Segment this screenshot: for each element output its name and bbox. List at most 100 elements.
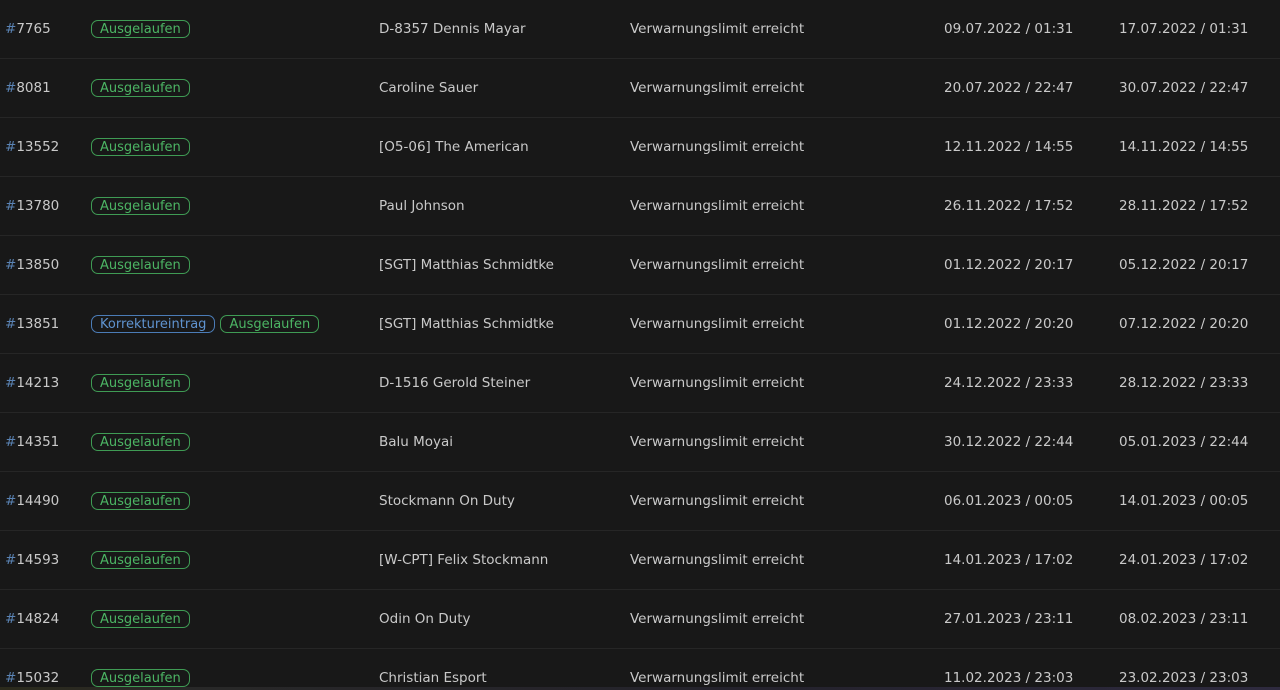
ban-reason: Verwarnungslimit erreicht [630, 552, 805, 568]
ban-list-table: #7765 Ausgelaufen D-8357 Dennis Mayar Ve… [0, 0, 1280, 690]
entry-id[interactable]: #14213 [5, 354, 59, 412]
status-badge: Ausgelaufen [91, 492, 190, 510]
status-badges: Ausgelaufen [91, 649, 190, 690]
entry-id[interactable]: #7765 [5, 0, 51, 58]
status-badge: Ausgelaufen [91, 256, 190, 274]
status-badge: Korrektureintrag [91, 315, 216, 333]
table-row[interactable]: #14351 Ausgelaufen Balu Moyai Verwarnung… [0, 413, 1280, 472]
start-date: 06.01.2023 / 00:05 [944, 493, 1074, 509]
player-name: Balu Moyai [379, 434, 454, 450]
status-badge: Ausgelaufen [91, 374, 190, 392]
player-name: Paul Johnson [379, 198, 465, 214]
ban-reason: Verwarnungslimit erreicht [630, 611, 805, 627]
status-badges: Ausgelaufen [91, 177, 190, 235]
ban-reason: Verwarnungslimit erreicht [630, 257, 805, 273]
end-date: 05.01.2023 / 22:44 [1119, 434, 1249, 450]
table-row[interactable]: #13552 Ausgelaufen [O5-06] The American … [0, 118, 1280, 177]
id-number: 8081 [16, 80, 51, 96]
id-hash: # [5, 21, 17, 37]
table-row[interactable]: #14593 Ausgelaufen [W-CPT] Felix Stockma… [0, 531, 1280, 590]
player-name: [SGT] Matthias Schmidtke [379, 257, 554, 273]
status-badge: Ausgelaufen [91, 433, 190, 451]
table-row[interactable]: #13850 Ausgelaufen [SGT] Matthias Schmid… [0, 236, 1280, 295]
end-date: 05.12.2022 / 20:17 [1119, 257, 1249, 273]
id-number: 14351 [16, 434, 60, 450]
start-date: 30.12.2022 / 22:44 [944, 434, 1074, 450]
start-date: 27.01.2023 / 23:11 [944, 611, 1074, 627]
status-badges: Ausgelaufen [91, 590, 190, 648]
end-date: 07.12.2022 / 20:20 [1119, 316, 1249, 332]
ban-reason: Verwarnungslimit erreicht [630, 80, 805, 96]
status-badges: Ausgelaufen [91, 531, 190, 589]
status-badges: Ausgelaufen [91, 472, 190, 530]
entry-id[interactable]: #8081 [5, 59, 51, 117]
ban-reason: Verwarnungslimit erreicht [630, 21, 805, 37]
id-hash: # [5, 139, 17, 155]
table-row[interactable]: #7765 Ausgelaufen D-8357 Dennis Mayar Ve… [0, 0, 1280, 59]
entry-id[interactable]: #14490 [5, 472, 59, 530]
id-hash: # [5, 670, 17, 686]
end-date: 14.11.2022 / 14:55 [1119, 139, 1249, 155]
status-badges: Ausgelaufen [91, 118, 190, 176]
entry-id[interactable]: #13850 [5, 236, 59, 294]
entry-id[interactable]: #14351 [5, 413, 59, 471]
table-row[interactable]: #13851 Korrektureintrag Ausgelaufen [SGT]… [0, 295, 1280, 354]
entry-id[interactable]: #14593 [5, 531, 59, 589]
start-date: 11.02.2023 / 23:03 [944, 670, 1074, 686]
entry-id[interactable]: #13780 [5, 177, 59, 235]
table-row[interactable]: #14490 Ausgelaufen Stockmann On Duty Ver… [0, 472, 1280, 531]
player-name: [SGT] Matthias Schmidtke [379, 316, 554, 332]
id-hash: # [5, 316, 17, 332]
end-date: 23.02.2023 / 23:03 [1119, 670, 1249, 686]
start-date: 24.12.2022 / 23:33 [944, 375, 1074, 391]
id-number: 14490 [16, 493, 60, 509]
status-badge: Ausgelaufen [91, 551, 190, 569]
status-badge: Ausgelaufen [91, 610, 190, 628]
status-badge: Ausgelaufen [91, 197, 190, 215]
table-row[interactable]: #8081 Ausgelaufen Caroline Sauer Verwarn… [0, 59, 1280, 118]
start-date: 09.07.2022 / 01:31 [944, 21, 1074, 37]
player-name: Christian Esport [379, 670, 487, 686]
ban-reason: Verwarnungslimit erreicht [630, 493, 805, 509]
ban-reason: Verwarnungslimit erreicht [630, 316, 805, 332]
entry-id[interactable]: #13552 [5, 118, 59, 176]
status-badges: Ausgelaufen [91, 236, 190, 294]
id-hash: # [5, 80, 17, 96]
end-date: 28.11.2022 / 17:52 [1119, 198, 1249, 214]
id-hash: # [5, 257, 17, 273]
start-date: 01.12.2022 / 20:17 [944, 257, 1074, 273]
entry-id[interactable]: #13851 [5, 295, 59, 353]
id-hash: # [5, 611, 17, 627]
id-number: 13850 [16, 257, 60, 273]
id-number: 14213 [16, 375, 60, 391]
id-hash: # [5, 493, 17, 509]
table-row[interactable]: #14213 Ausgelaufen D-1516 Gerold Steiner… [0, 354, 1280, 413]
start-date: 26.11.2022 / 17:52 [944, 198, 1074, 214]
start-date: 12.11.2022 / 14:55 [944, 139, 1074, 155]
entry-id[interactable]: #14824 [5, 590, 59, 648]
id-number: 7765 [16, 21, 51, 37]
end-date: 14.01.2023 / 00:05 [1119, 493, 1249, 509]
id-number: 14824 [16, 611, 60, 627]
id-number: 13780 [16, 198, 60, 214]
end-date: 08.02.2023 / 23:11 [1119, 611, 1249, 627]
start-date: 14.01.2023 / 17:02 [944, 552, 1074, 568]
end-date: 24.01.2023 / 17:02 [1119, 552, 1249, 568]
ban-reason: Verwarnungslimit erreicht [630, 375, 805, 391]
ban-reason: Verwarnungslimit erreicht [630, 434, 805, 450]
status-badge: Ausgelaufen [91, 79, 190, 97]
status-badge: Ausgelaufen [91, 669, 190, 687]
status-badges: Korrektureintrag Ausgelaufen [91, 295, 320, 353]
entry-id[interactable]: #15032 [5, 649, 59, 690]
player-name: D-1516 Gerold Steiner [379, 375, 531, 391]
ban-reason: Verwarnungslimit erreicht [630, 139, 805, 155]
end-date: 17.07.2022 / 01:31 [1119, 21, 1249, 37]
status-badges: Ausgelaufen [91, 0, 190, 58]
table-row[interactable]: #15032 Ausgelaufen Christian Esport Verw… [0, 649, 1280, 690]
start-date: 20.07.2022 / 22:47 [944, 80, 1074, 96]
table-row[interactable]: #14824 Ausgelaufen Odin On Duty Verwarnu… [0, 590, 1280, 649]
start-date: 01.12.2022 / 20:20 [944, 316, 1074, 332]
table-row[interactable]: #13780 Ausgelaufen Paul Johnson Verwarnu… [0, 177, 1280, 236]
status-badge: Ausgelaufen [91, 20, 190, 38]
id-hash: # [5, 198, 17, 214]
